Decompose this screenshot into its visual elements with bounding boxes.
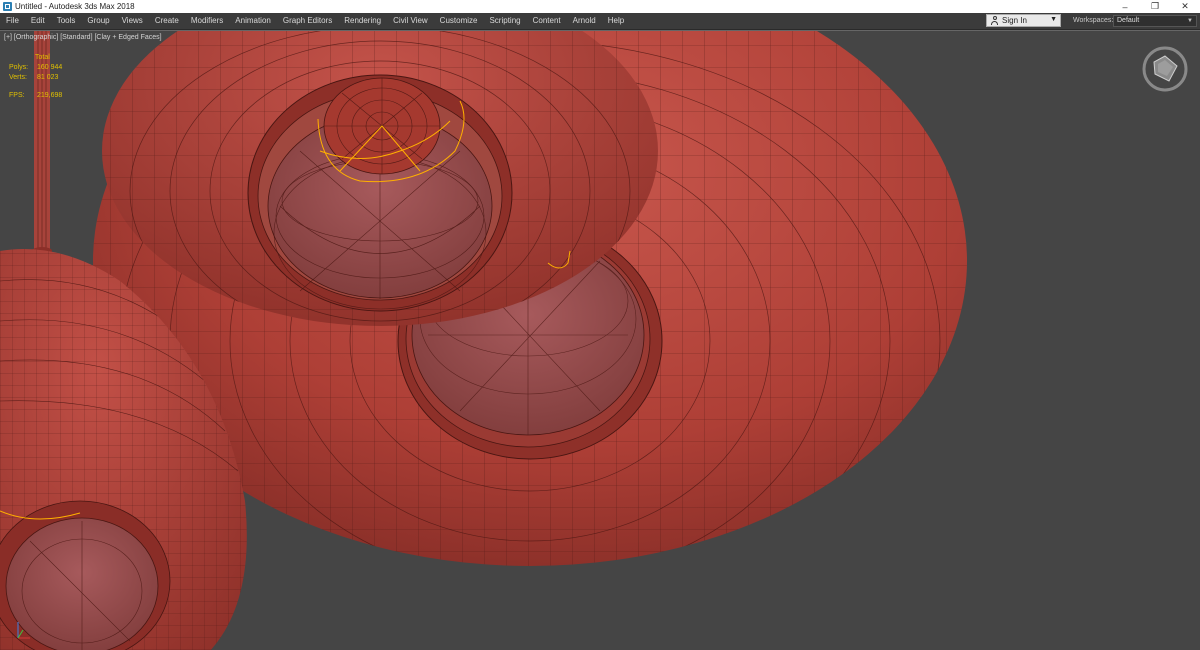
workspaces-value: Default [1117, 17, 1140, 24]
viewport-label[interactable]: [+] [Orthographic] [Standard] [Clay + Ed… [4, 34, 162, 41]
window-title: Untitled - Autodesk 3ds Max 2018 [15, 2, 135, 11]
sign-in-label: Sign In [1002, 16, 1027, 25]
menu-group[interactable]: Group [81, 13, 115, 29]
app-icon [3, 2, 12, 11]
menu-rendering[interactable]: Rendering [338, 13, 387, 29]
menu-create[interactable]: Create [149, 13, 185, 29]
polys-value: 160 944 [37, 64, 63, 71]
window-controls: – ❐ ✕ [1110, 0, 1200, 13]
chevron-down-icon: ▼ [1187, 18, 1193, 24]
workspaces-label: Workspaces: [1073, 17, 1114, 24]
menu-help[interactable]: Help [602, 13, 630, 29]
menu-arnold[interactable]: Arnold [567, 13, 602, 29]
menu-file[interactable]: File [0, 13, 25, 29]
stats-total-label: Total [35, 54, 50, 61]
sign-in-button[interactable]: Sign In ▼ [986, 14, 1061, 27]
minimize-button[interactable]: – [1110, 0, 1140, 13]
main-menu: File Edit Tools Group Views Create Modifiers An… [0, 13, 630, 29]
fps-value: 219,698 [37, 92, 63, 99]
menu-scripting[interactable]: Scripting [483, 13, 526, 29]
menu-modifiers[interactable]: Modifiers [185, 13, 229, 29]
restore-button[interactable]: ❐ [1140, 0, 1170, 13]
user-icon [990, 16, 999, 25]
workspaces-dropdown[interactable]: Default ▼ [1113, 15, 1197, 27]
title-bar: Untitled - Autodesk 3ds Max 2018 – ❐ ✕ [0, 0, 1200, 13]
menu-content[interactable]: Content [527, 13, 567, 29]
verts-label: Verts: [9, 74, 27, 81]
menu-civil-view[interactable]: Civil View [387, 13, 434, 29]
chevron-down-icon: ▼ [1050, 16, 1057, 23]
fps-label: FPS: [9, 92, 25, 99]
menu-tools[interactable]: Tools [51, 13, 82, 29]
viewport-scene[interactable] [0, 31, 1200, 650]
polys-label: Polys: [9, 64, 29, 71]
menu-graph-editors[interactable]: Graph Editors [277, 13, 338, 29]
menu-views[interactable]: Views [116, 13, 149, 29]
menu-customize[interactable]: Customize [434, 13, 484, 29]
viewport-statistics: Total Polys: 160 944 Verts: 81 023 FPS: 219… [9, 53, 62, 101]
perspective-viewport[interactable]: [+] [Orthographic] [Standard] [Clay + Ed… [0, 30, 1200, 650]
verts-value: 81 023 [37, 74, 59, 81]
menu-edit[interactable]: Edit [25, 13, 51, 29]
close-button[interactable]: ✕ [1170, 0, 1200, 13]
menu-animation[interactable]: Animation [229, 13, 277, 29]
axis-tripod-icon [17, 622, 30, 639]
menu-bar: File Edit Tools Group Views Create Modifiers An… [0, 13, 1200, 30]
viewcube-icon[interactable] [1140, 44, 1190, 94]
